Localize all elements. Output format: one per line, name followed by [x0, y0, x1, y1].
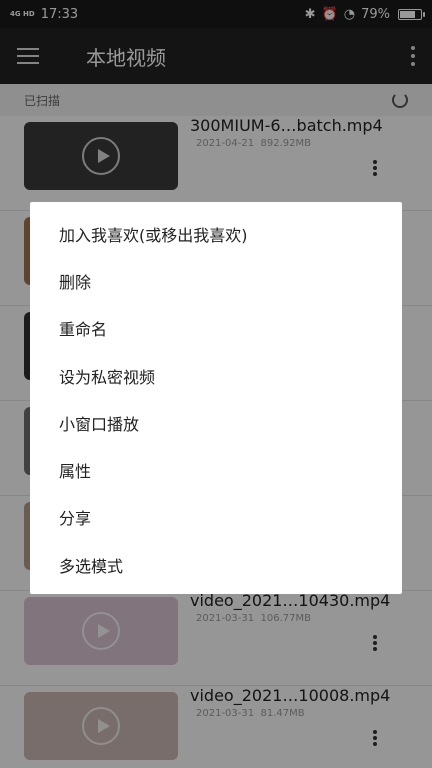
context-menu-item[interactable]: 加入我喜欢(或移出我喜欢) [30, 210, 402, 257]
context-menu-item[interactable]: 属性 [30, 446, 402, 493]
context-menu-dialog: 加入我喜欢(或移出我喜欢) 删除 重命名 设为私密视频 小窗口播放 属性 分享 多选模式 [30, 202, 402, 594]
context-menu-item[interactable]: 多选模式 [30, 541, 402, 588]
context-menu-item[interactable]: 删除 [30, 257, 402, 304]
context-menu-item[interactable]: 重命名 [30, 305, 402, 352]
context-menu-item[interactable]: 设为私密视频 [30, 352, 402, 399]
context-menu-item[interactable]: 小窗口播放 [30, 399, 402, 446]
context-menu-item[interactable]: 分享 [30, 494, 402, 541]
